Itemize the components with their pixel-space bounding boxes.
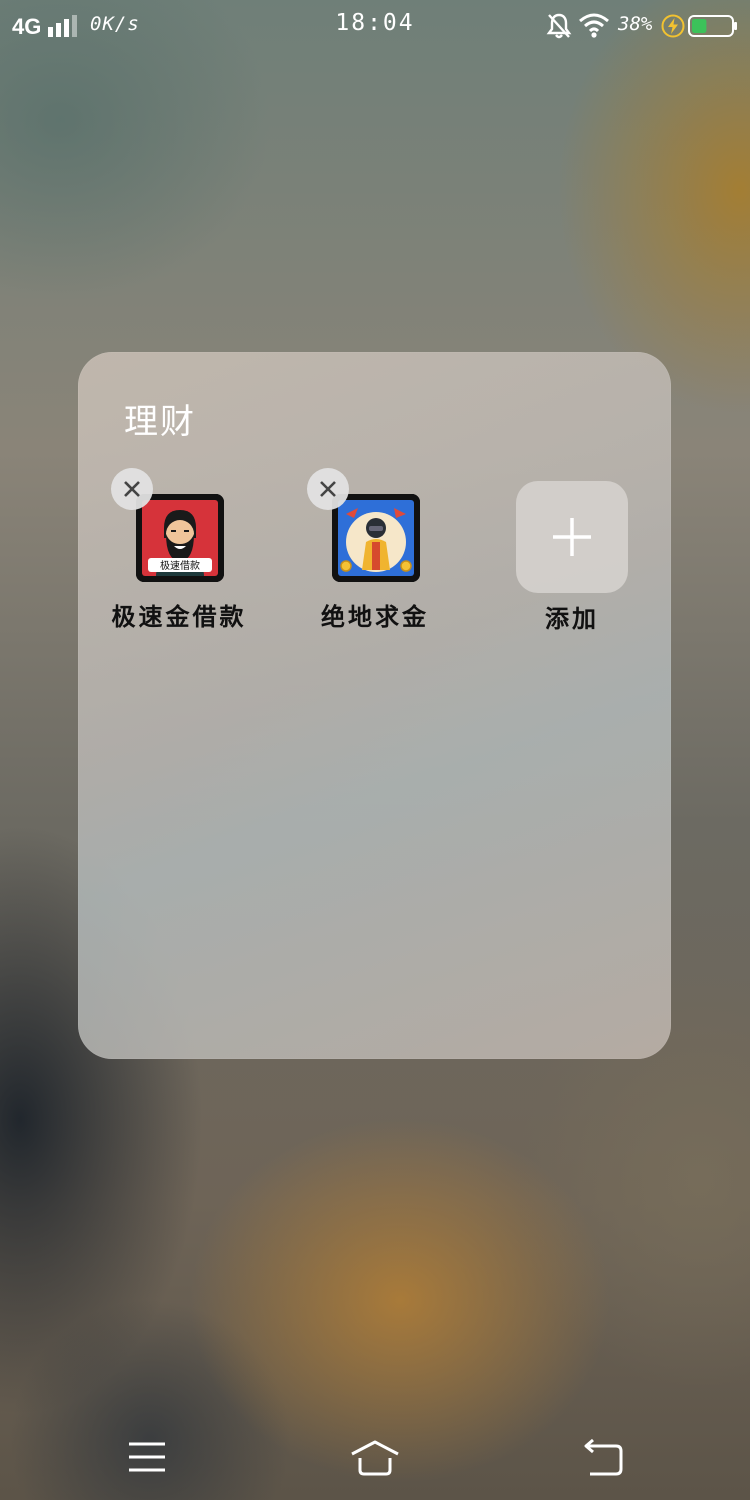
- app-item-game[interactable]: 绝地求金: [275, 468, 445, 640]
- wifi-icon: [579, 13, 609, 38]
- remove-app-button[interactable]: [111, 468, 153, 510]
- back-icon[interactable]: [578, 1438, 628, 1478]
- close-icon: [320, 481, 336, 497]
- battery-fill: [692, 19, 707, 33]
- folder-title[interactable]: 理财: [124, 394, 196, 443]
- menu-icon[interactable]: [122, 1438, 172, 1478]
- bearded-man-app-icon[interactable]: 极速借款: [136, 494, 224, 582]
- navigation-bar: [0, 1420, 750, 1500]
- status-bar: 4G 0K/s 18:04 38%: [0, 0, 750, 52]
- add-app-button[interactable]: [516, 481, 628, 593]
- home-icon[interactable]: [350, 1438, 400, 1478]
- app-icon-badge-text: 极速借款: [160, 559, 200, 572]
- folder-panel: 理财 极速借款 极速金借款 绝地求金 添加: [78, 352, 671, 1059]
- app-item-loan[interactable]: 极速借款 极速金借款: [79, 468, 249, 640]
- charging-icon: [661, 14, 685, 38]
- add-label: 添加: [545, 604, 599, 633]
- bell-off-icon: [546, 13, 572, 39]
- app-label: 极速金借款: [111, 602, 247, 631]
- battery-percent: 38%: [618, 13, 653, 35]
- soldier-game-app-icon[interactable]: [332, 494, 420, 582]
- remove-app-button[interactable]: [307, 468, 349, 510]
- plus-icon: [553, 518, 591, 556]
- battery-icon: [688, 15, 737, 37]
- app-label: 绝地求金: [321, 602, 429, 631]
- close-icon: [124, 481, 140, 497]
